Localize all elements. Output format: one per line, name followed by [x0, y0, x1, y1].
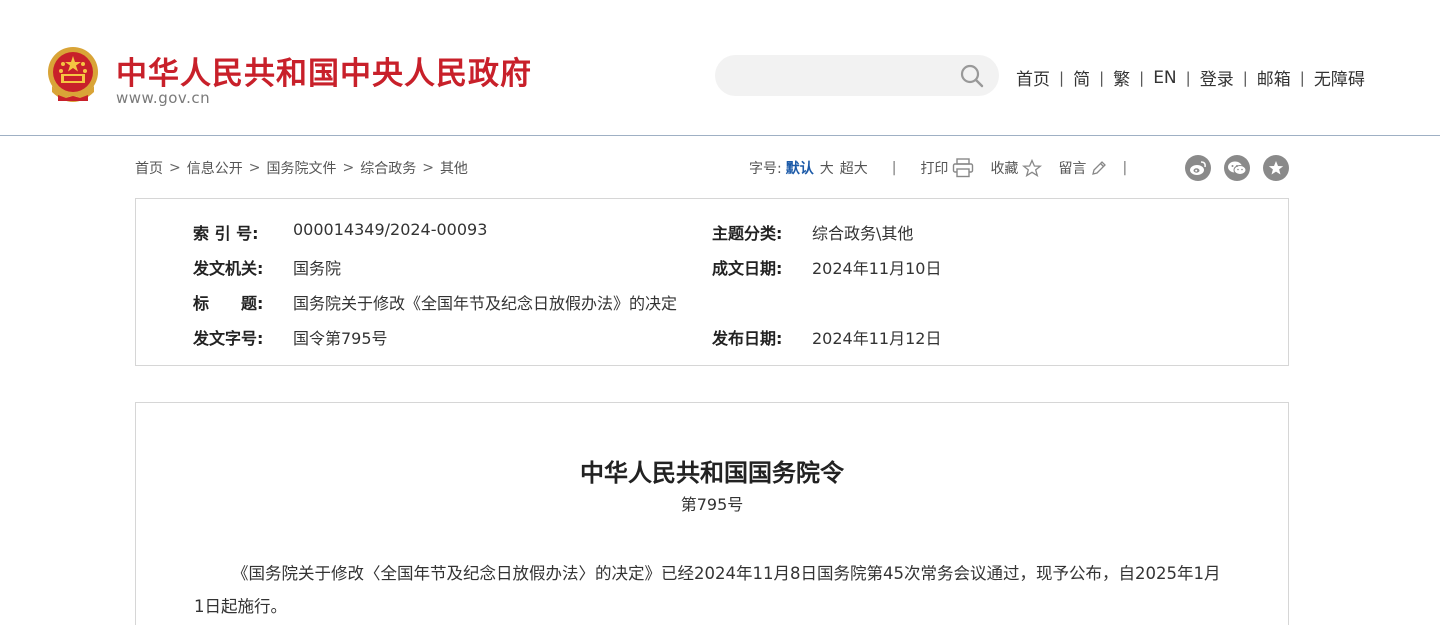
star-outline-icon	[1022, 159, 1043, 177]
publish-date-label: 发布日期:	[712, 329, 783, 348]
comment-label: 留言	[1058, 161, 1087, 177]
nav-separator: |	[1299, 68, 1305, 87]
breadcrumb-arrow: >	[169, 160, 181, 176]
nav-simplified[interactable]: 简	[1073, 65, 1090, 90]
nav-mail[interactable]: 邮箱	[1257, 65, 1291, 90]
national-emblem-icon[interactable]	[44, 46, 102, 106]
top-nav: 首页 | 简 | 繁 | EN | 登录 | 邮箱 | 无障碍	[1016, 65, 1365, 91]
printer-icon	[953, 158, 974, 178]
breadcrumb-arrow: >	[248, 160, 261, 176]
index-number-value: 000014349/2024-00093	[293, 220, 488, 239]
star-filled-icon	[1268, 161, 1284, 175]
breadcrumb-home[interactable]: 首页	[135, 158, 163, 178]
font-size-label: 字号:	[749, 161, 782, 177]
search-icon[interactable]	[960, 64, 984, 88]
weibo-icon[interactable]	[1185, 155, 1211, 181]
written-date-value: 2024年11月10日	[812, 259, 942, 278]
breadcrumb-state-council-docs[interactable]: 国务院文件	[266, 158, 336, 178]
breadcrumb-arrow: >	[342, 160, 355, 176]
breadcrumb-arrow: >	[422, 160, 434, 176]
nav-home[interactable]: 首页	[1016, 65, 1050, 90]
article-content: 中华人民共和国国务院令 第795号 《国务院关于修改〈全国年节及纪念日放假办法〉…	[135, 402, 1289, 625]
comment-button[interactable]: 留言	[1058, 158, 1108, 178]
wechat-glyph-icon	[1228, 161, 1247, 175]
title-value: 国务院关于修改《全国年节及纪念日放假办法》的决定	[293, 294, 678, 313]
star-share-icon[interactable]	[1263, 155, 1289, 181]
written-date-label: 成文日期:	[712, 259, 783, 278]
nav-separator: |	[1139, 68, 1145, 87]
font-size-large[interactable]: 大	[820, 158, 834, 178]
article-title: 中华人民共和国国务院令	[580, 459, 844, 487]
print-label: 打印	[920, 161, 949, 177]
nav-separator: |	[1242, 68, 1248, 87]
nav-login[interactable]: 登录	[1200, 65, 1234, 90]
article-tools: 字号: 默认 大 超大 | 打印 收藏 留言 |	[749, 156, 1127, 180]
site-header: 中华人民共和国中央人民政府 www.gov.cn 首页 | 简 | 繁 | EN…	[0, 0, 1440, 136]
breadcrumb-other[interactable]: 其他	[440, 158, 468, 178]
favorite-label: 收藏	[990, 161, 1019, 177]
publish-date-value: 2024年11月12日	[812, 329, 942, 348]
article-paragraph: 《国务院关于修改〈全国年节及纪念日放假办法〉的决定》已经2024年11月8日国务…	[194, 564, 1221, 616]
breadcrumb-info-public[interactable]: 信息公开	[187, 158, 243, 178]
font-size-default[interactable]: 默认	[786, 158, 814, 178]
nav-accessibility[interactable]: 无障碍	[1314, 65, 1365, 90]
nav-separator: |	[1099, 68, 1105, 87]
weibo-glyph-icon	[1190, 161, 1206, 175]
toolbar-divider: |	[1122, 160, 1128, 176]
search-input[interactable]	[733, 55, 953, 96]
nav-separator: |	[1185, 68, 1191, 87]
title-label: 标 题:	[193, 294, 264, 313]
site-url: www.gov.cn	[116, 89, 211, 107]
nav-traditional[interactable]: 繁	[1113, 65, 1130, 90]
pencil-icon	[1092, 161, 1107, 175]
favorite-button[interactable]: 收藏	[990, 158, 1043, 178]
topic-label: 主题分类:	[712, 224, 783, 243]
article-number: 第795号	[680, 495, 744, 514]
breadcrumb-general-affairs[interactable]: 综合政务	[360, 158, 416, 178]
toolbar-divider: |	[891, 160, 897, 176]
print-button[interactable]: 打印	[920, 158, 974, 178]
site-title[interactable]: 中华人民共和国中央人民政府	[116, 48, 532, 93]
nav-english[interactable]: EN	[1153, 68, 1176, 88]
issuer-label: 发文机关:	[193, 259, 264, 278]
search-box	[715, 55, 999, 96]
breadcrumb: 首页 > 信息公开 > 国务院文件 > 综合政务 > 其他	[135, 158, 468, 178]
issuer-value: 国务院	[293, 259, 342, 278]
wechat-icon[interactable]	[1224, 155, 1250, 181]
index-number-label: 索 引 号:	[193, 224, 259, 243]
nav-separator: |	[1059, 68, 1065, 87]
topic-value: 综合政务\其他	[812, 224, 914, 243]
doc-number-value: 国令第795号	[293, 329, 388, 348]
doc-number-label: 发文字号:	[193, 329, 264, 348]
font-size-xlarge[interactable]: 超大	[840, 158, 868, 178]
document-info-box: 索 引 号: 000014349/2024-00093 主题分类: 综合政务\其…	[135, 198, 1289, 366]
